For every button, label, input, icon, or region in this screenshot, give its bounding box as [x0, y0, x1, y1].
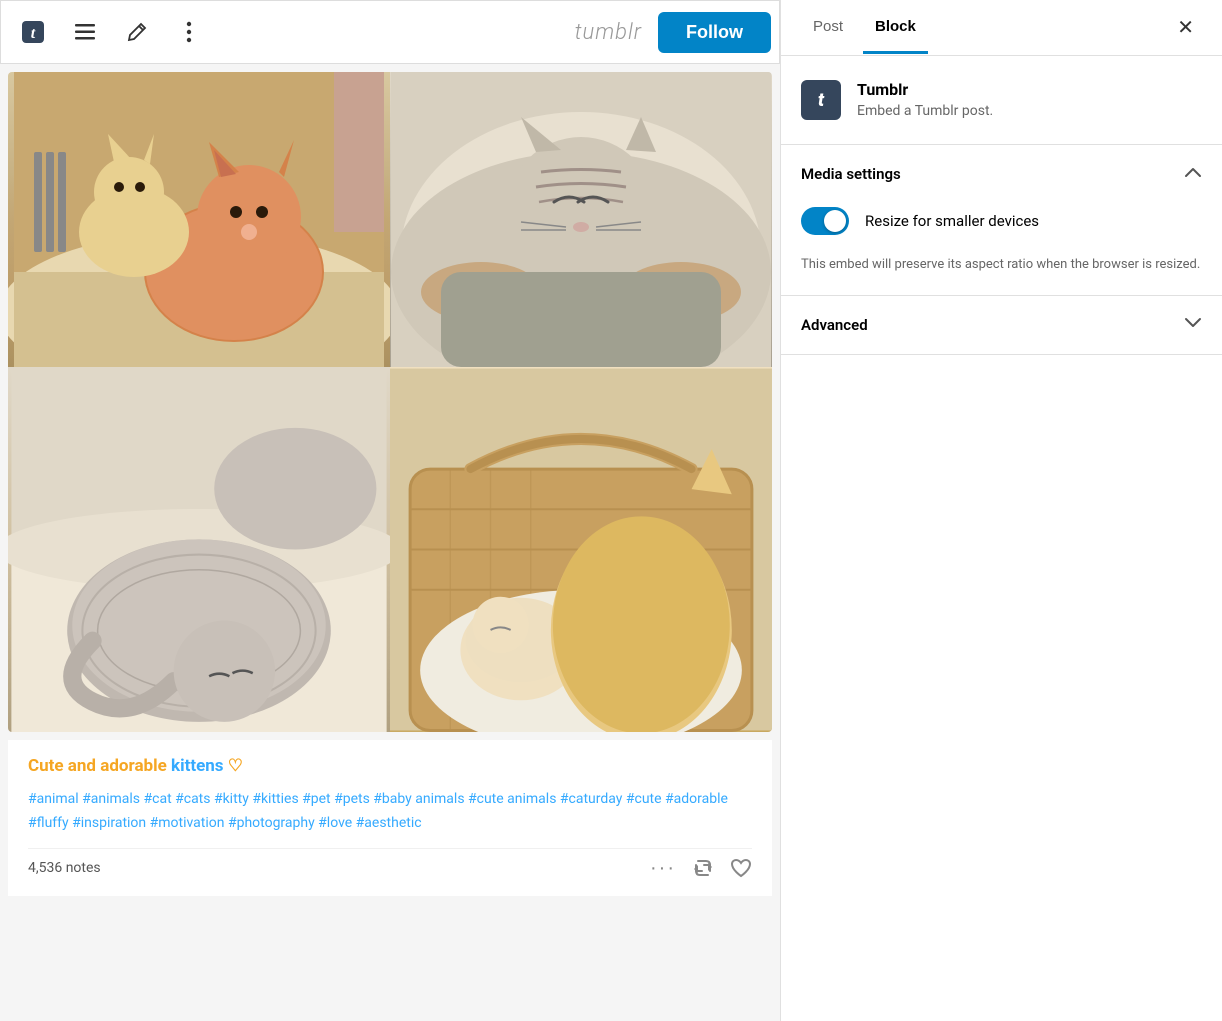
- post-title: Cute and adorable kittens ♡: [28, 756, 752, 776]
- post-actions: ···: [650, 857, 752, 880]
- photo-cell-3: [8, 367, 390, 732]
- toggle-thumb: [824, 210, 846, 232]
- edit-button[interactable]: [113, 8, 161, 56]
- advanced-chevron: [1184, 317, 1202, 333]
- notes-count: 4,536 notes: [28, 860, 101, 876]
- tab-block[interactable]: Block: [863, 2, 928, 54]
- tumblr-logo-button[interactable]: t: [9, 8, 57, 56]
- toolbar-logo-area: tumblr Follow: [575, 12, 771, 53]
- align-button[interactable]: [61, 8, 109, 56]
- photo-grid: [8, 72, 772, 732]
- advanced-header[interactable]: Advanced: [781, 296, 1222, 354]
- close-icon: ✕: [1177, 17, 1194, 39]
- tab-bar: Post Block ✕: [781, 0, 1222, 56]
- advanced-title: Advanced: [801, 316, 868, 334]
- block-info-text: Tumblr Embed a Tumblr post.: [857, 80, 993, 119]
- left-panel: t tumblr Follow: [0, 0, 780, 1021]
- like-button[interactable]: [730, 857, 752, 879]
- more-action-button[interactable]: ···: [650, 857, 676, 880]
- photo-cell-2: [390, 72, 772, 367]
- media-settings-chevron: [1184, 166, 1202, 182]
- post-text-area: Cute and adorable kittens ♡ #animal #ani…: [8, 740, 772, 896]
- post-title-heart: ♡: [224, 756, 243, 776]
- resize-toggle[interactable]: [801, 207, 849, 235]
- more-dots-icon: ···: [650, 857, 676, 880]
- media-settings-header[interactable]: Media settings: [781, 145, 1222, 203]
- block-title: Tumblr: [857, 80, 993, 99]
- reblog-icon: [692, 857, 714, 879]
- embed-content: Cute and adorable kittens ♡ #animal #ani…: [0, 64, 780, 1021]
- block-description: Embed a Tumblr post.: [857, 103, 993, 119]
- toggle-track: [801, 207, 849, 235]
- follow-button[interactable]: Follow: [658, 12, 771, 53]
- post-footer: 4,536 notes ···: [28, 848, 752, 880]
- media-settings-title: Media settings: [801, 165, 901, 183]
- toolbar: t tumblr Follow: [0, 0, 780, 64]
- post-title-blue: kittens: [171, 756, 224, 776]
- reblog-button[interactable]: [692, 857, 714, 879]
- resize-label: Resize for smaller devices: [865, 212, 1039, 230]
- resize-toggle-row: Resize for smaller devices: [781, 203, 1222, 255]
- tumblr-block-icon: t: [801, 80, 841, 120]
- more-options-button[interactable]: [165, 8, 213, 56]
- resize-description: This embed will preserve its aspect rati…: [781, 255, 1222, 295]
- tab-post[interactable]: Post: [801, 2, 855, 54]
- media-settings-section: Media settings Resize for smaller device…: [781, 145, 1222, 296]
- tumblr-wordmark: tumblr: [575, 20, 642, 45]
- svg-text:t: t: [31, 25, 36, 42]
- heart-icon: [730, 857, 752, 879]
- post-title-yellow: Cute and adorable: [28, 756, 171, 776]
- photo-cell-1: [8, 72, 390, 367]
- post-tags: #animal #animals #cat #cats #kitty #kitt…: [28, 788, 752, 836]
- close-button[interactable]: ✕: [1169, 7, 1202, 48]
- right-panel: Post Block ✕ t Tumblr Embed a Tumblr pos…: [780, 0, 1222, 1021]
- advanced-section: Advanced: [781, 296, 1222, 355]
- photo-cell-4: [390, 367, 772, 732]
- block-info: t Tumblr Embed a Tumblr post.: [781, 56, 1222, 145]
